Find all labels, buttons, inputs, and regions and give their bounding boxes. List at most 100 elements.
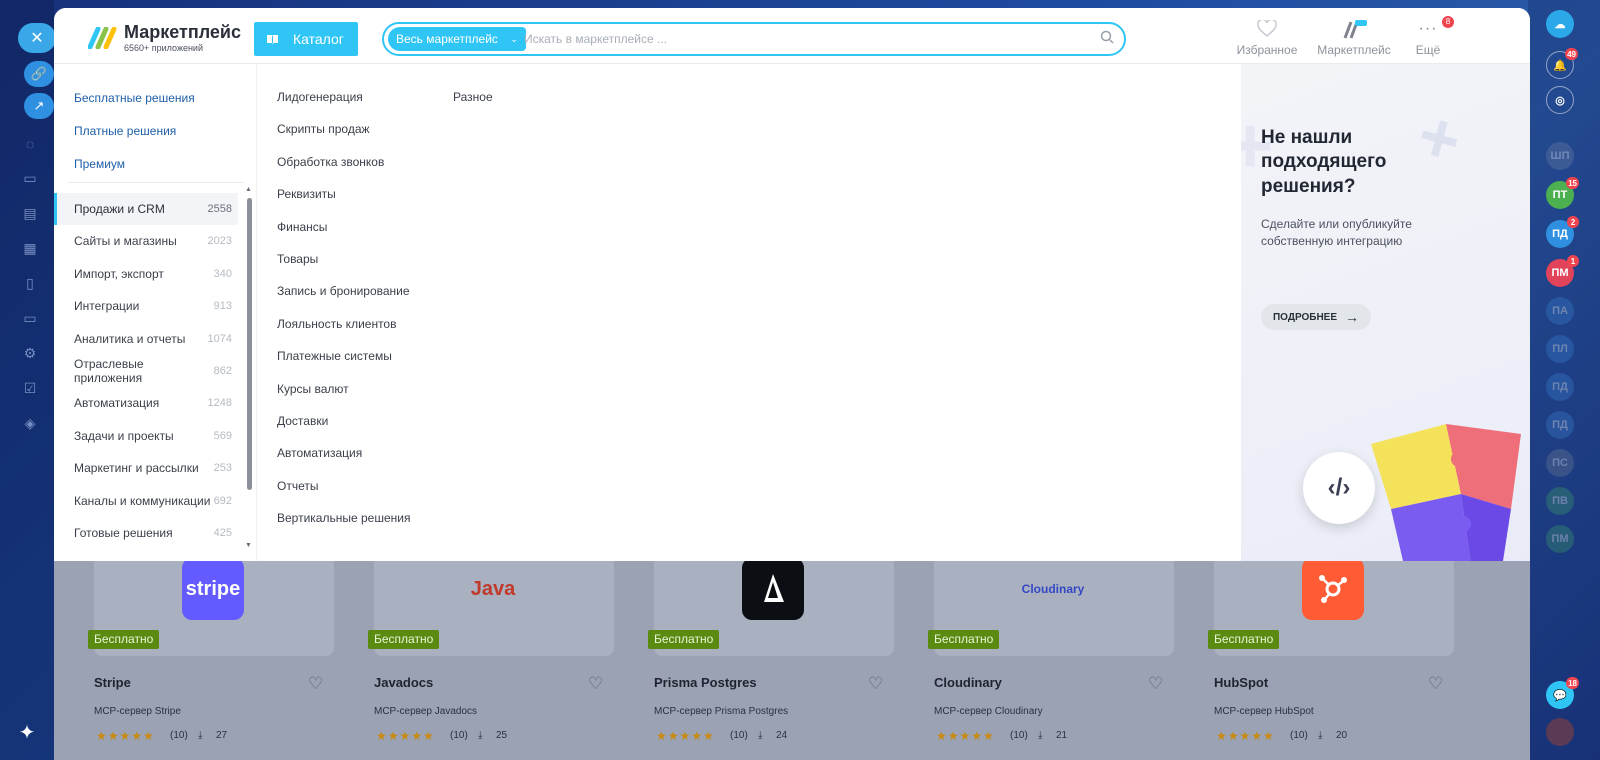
category-count: 569	[213, 429, 232, 442]
quick-link-free[interactable]: Бесплатные решения	[74, 91, 195, 105]
crm-icon[interactable]: ◈	[20, 415, 40, 435]
app-card-title[interactable]: Prisma Postgres	[654, 675, 757, 690]
notifications-bell-icon[interactable]: 🔔 49	[1546, 48, 1578, 79]
file-icon[interactable]: ▯	[20, 275, 40, 295]
search-input[interactable]	[524, 27, 1084, 51]
tasks-icon[interactable]: ☑	[20, 380, 40, 400]
favorites-label: Избранное	[1236, 43, 1298, 57]
drive-icon[interactable]: ▭	[20, 310, 40, 330]
category-label: Продажи и CRM	[74, 202, 165, 216]
user-avatar[interactable]	[1546, 718, 1574, 746]
subcategory-item[interactable]: Доставки	[277, 414, 328, 428]
category-item[interactable]: Аналитика и отчеты 1074	[54, 323, 238, 355]
catalog-label: Каталог	[293, 31, 344, 47]
close-button[interactable]: ✕	[18, 23, 56, 53]
quick-link-premium[interactable]: Премиум	[74, 157, 125, 171]
search-chats-icon[interactable]: ◎	[1546, 86, 1574, 114]
category-item[interactable]: Маркетинг и рассылки 253	[54, 452, 238, 484]
category-item[interactable]: Интеграции 913	[54, 290, 238, 322]
catalog-sidebar: Бесплатные решения Платные решения Преми…	[54, 64, 256, 561]
ai-assistant-icon[interactable]: ✦	[14, 720, 40, 746]
catalog-button[interactable]: Каталог	[254, 22, 358, 56]
quick-link-paid[interactable]: Платные решения	[74, 124, 176, 138]
menu-icon[interactable]: ◌	[20, 136, 40, 156]
subcategory-item[interactable]: Обработка звонков	[277, 155, 384, 169]
app-card-subtitle: MCP-сервер Stripe	[94, 706, 181, 717]
subcategory-item[interactable]: Финансы	[277, 220, 327, 234]
subcategory-item[interactable]: Товары	[277, 252, 318, 266]
cloud-icon[interactable]: ☁	[1546, 10, 1574, 38]
app-card-title[interactable]: HubSpot	[1214, 675, 1268, 690]
subcategory-item[interactable]: Платежные системы	[277, 349, 392, 363]
heart-icon[interactable]: ♡	[868, 674, 883, 694]
sidebar-scrollbar[interactable]: ▲ ▼	[245, 186, 252, 558]
chat-icon[interactable]: ▭	[20, 170, 40, 190]
star-rating-icon: ★★★★★	[936, 729, 995, 743]
heart-icon[interactable]: ♡	[1148, 674, 1163, 694]
open-external-button[interactable]: ↗	[24, 93, 54, 119]
book-icon	[267, 34, 278, 45]
subcategory-item[interactable]: Отчеты	[277, 479, 318, 493]
chat-avatar[interactable]: ПА	[1546, 297, 1574, 325]
avatar-initials: ПД	[1552, 419, 1568, 431]
subcategory-item[interactable]: Лояльность клиентов	[277, 317, 396, 331]
category-item[interactable]: Каналы и коммуникации 692	[54, 485, 238, 517]
heart-icon[interactable]: ♡	[308, 674, 323, 694]
chat-avatar[interactable]: ПЛ	[1546, 335, 1574, 363]
rating-count: (10)	[450, 730, 468, 741]
app-card-title[interactable]: Stripe	[94, 675, 131, 690]
chat-avatar[interactable]: ПД	[1546, 373, 1574, 401]
settings-icon[interactable]: ⚙	[20, 345, 40, 365]
subcategory-item[interactable]: Автоматизация	[277, 446, 362, 460]
app-card-title[interactable]: Cloudinary	[934, 675, 1002, 690]
category-item[interactable]: Отраслевые приложения 862	[54, 355, 238, 387]
subcategory-item[interactable]: Вертикальные решения	[277, 511, 410, 525]
download-icon: ⤓	[1038, 730, 1043, 741]
chat-avatar[interactable]: ПВ	[1546, 487, 1574, 515]
more-button[interactable]: ··· 8 Ещё	[1408, 16, 1454, 57]
heart-icon[interactable]: ♡	[1428, 674, 1443, 694]
chat-avatar[interactable]: ПД 2	[1546, 216, 1579, 248]
heart-icon[interactable]: ♡	[588, 674, 603, 694]
app-card-subtitle: MCP-сервер Prisma Postgres	[654, 706, 789, 717]
subcategory-item[interactable]: Запись и бронирование	[277, 284, 410, 298]
chat-avatar[interactable]: ПД	[1546, 411, 1574, 439]
avatar-initials: ПД	[1552, 381, 1568, 393]
subcategory-item[interactable]: Скрипты продаж	[277, 122, 370, 136]
scroll-thumb[interactable]	[247, 198, 252, 490]
subcategory-item[interactable]: Курсы валют	[277, 382, 349, 396]
chat-avatar[interactable]: ПТ 15	[1546, 177, 1579, 209]
install-count: 20	[1336, 730, 1348, 741]
logo-subtitle: 6560+ приложений	[124, 43, 203, 53]
category-item[interactable]: Продажи и CRM 2558	[54, 193, 238, 225]
subcategory-item[interactable]: Лидогенерация	[277, 90, 363, 104]
marketplace-nav-label: Маркетплейс	[1317, 43, 1391, 57]
chat-avatar[interactable]: ПС	[1546, 449, 1574, 477]
app-logo-icon	[1302, 558, 1364, 620]
scroll-down-icon[interactable]: ▼	[245, 542, 252, 549]
subcategory-item[interactable]: Реквизиты	[277, 187, 336, 201]
category-count: 1074	[207, 332, 232, 345]
category-item[interactable]: Сайты и магазины 2023	[54, 225, 238, 257]
link-button[interactable]: 🔗	[24, 61, 54, 87]
calendar-icon[interactable]: ▦	[20, 240, 40, 260]
free-badge: Бесплатно	[88, 630, 160, 649]
search-icon[interactable]	[1100, 30, 1114, 44]
chat-avatar[interactable]: ШП	[1546, 142, 1574, 170]
category-item[interactable]: Готовые решения 425	[54, 517, 238, 549]
app-card-title[interactable]: Javadocs	[374, 675, 433, 690]
subcategory-item[interactable]: Разное	[453, 90, 493, 104]
search-scope-select[interactable]: Весь маркетплейс ⌄	[388, 27, 526, 51]
doc-icon[interactable]: ▤	[20, 205, 40, 225]
category-item[interactable]: Задачи и проекты 569	[54, 420, 238, 452]
marketplace-nav-button[interactable]: Маркетплейс	[1316, 18, 1392, 57]
favorites-button[interactable]: Избранное	[1232, 18, 1302, 57]
category-item[interactable]: Автоматизация 1248	[54, 387, 238, 419]
chat-avatar[interactable]: ПМ 1	[1546, 255, 1579, 287]
promo-more-button[interactable]: ПОДРОБНЕЕ →	[1261, 304, 1371, 330]
scroll-up-icon[interactable]: ▲	[245, 186, 252, 193]
chat-avatar[interactable]: ПМ	[1546, 525, 1574, 553]
messenger-icon[interactable]: 💬 18	[1546, 677, 1579, 709]
avatar-initials: ПЛ	[1552, 343, 1568, 355]
category-item[interactable]: Импорт, экспорт 340	[54, 258, 238, 290]
